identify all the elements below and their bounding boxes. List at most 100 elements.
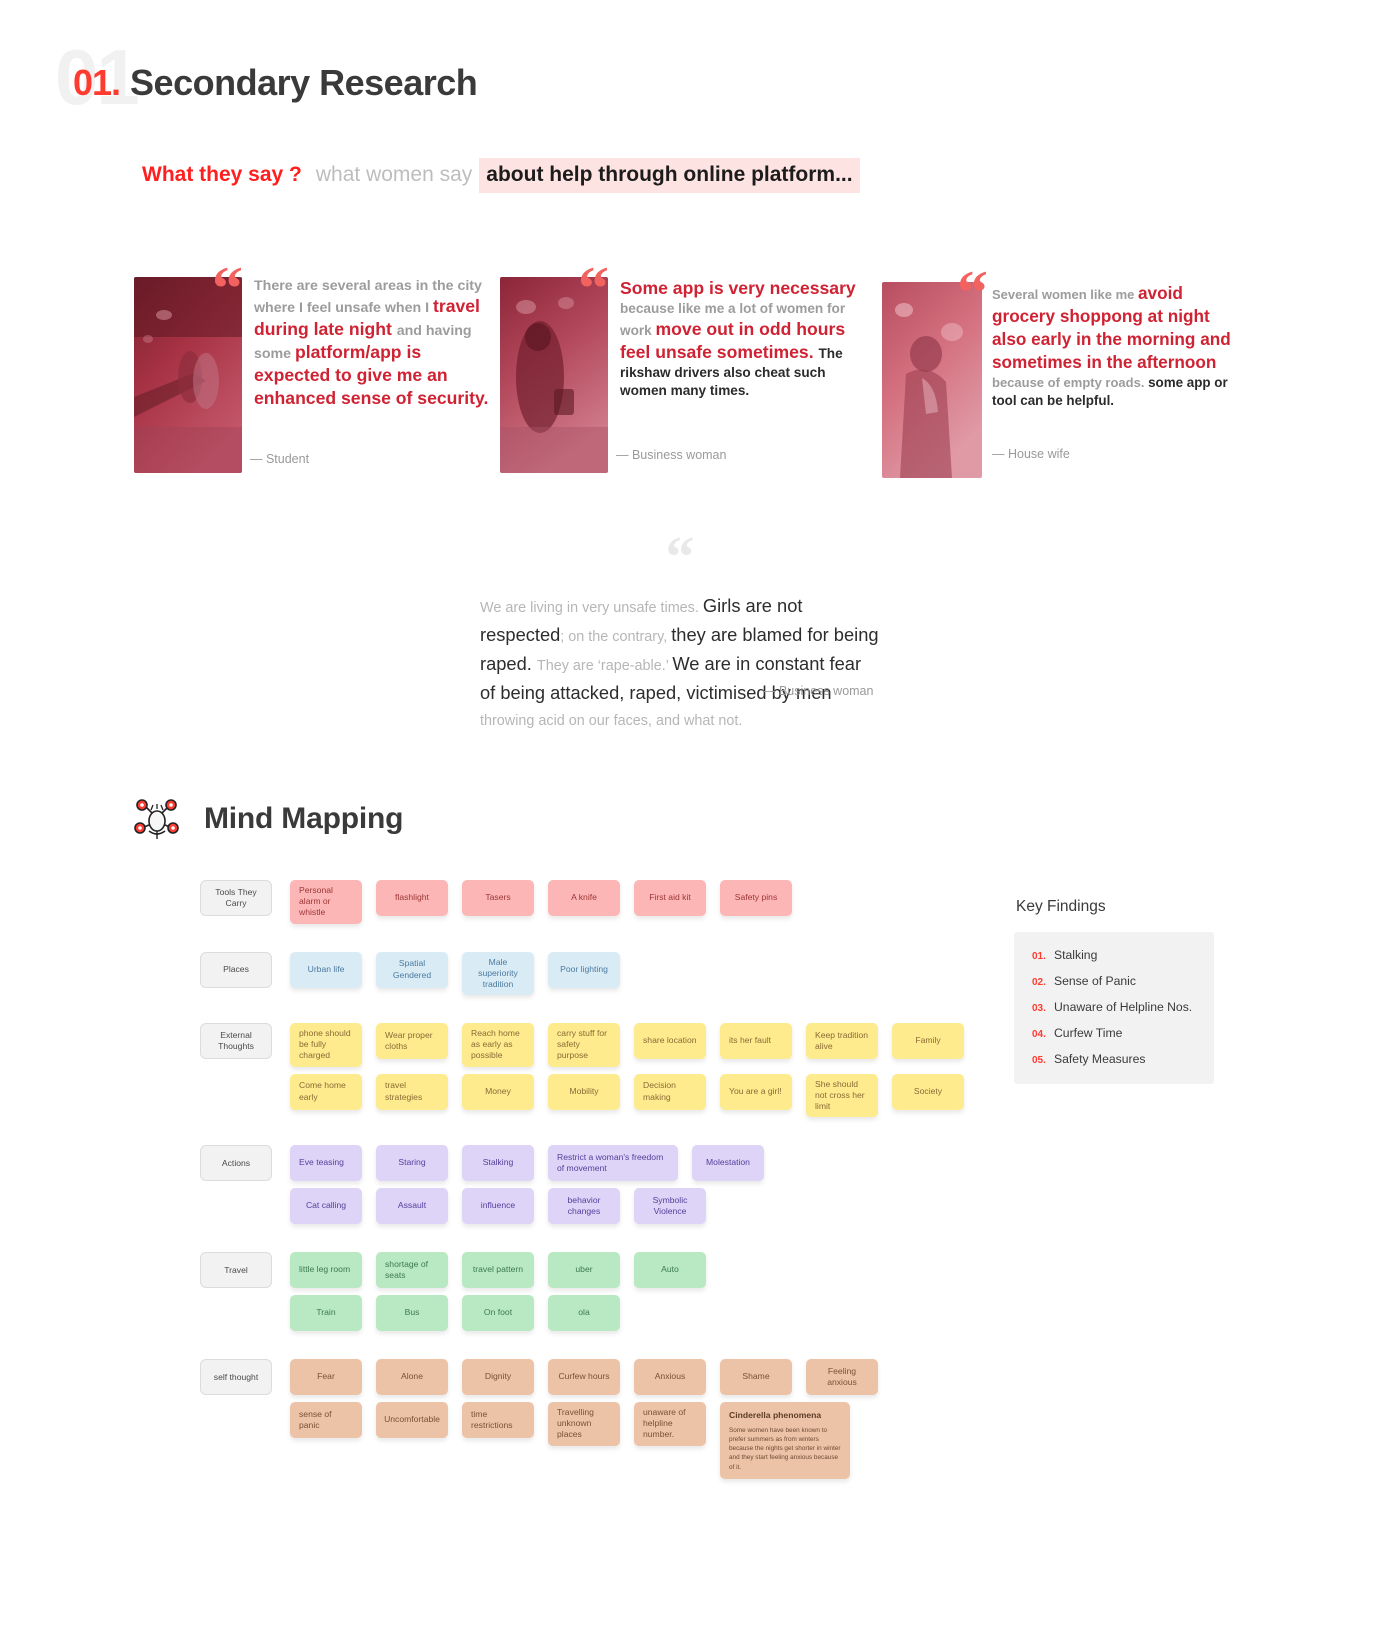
sticky-note[interactable]: She should not cross her limit <box>806 1073 878 1118</box>
sticky-note[interactable]: Feeling anxious <box>806 1359 878 1396</box>
sticky-note[interactable]: Travelling unknown places <box>548 1402 620 1446</box>
sticky-note[interactable]: Come home early <box>290 1073 362 1110</box>
sticky-note[interactable]: sense of panic <box>290 1402 362 1439</box>
sticky-note[interactable]: Safety pins <box>720 880 792 916</box>
sticky-note-cinderella[interactable]: Cinderella phenomena Some women have been… <box>720 1402 850 1479</box>
quote-card-student: “ There are several areas in the city wh… <box>134 258 494 479</box>
row-gap <box>0 931 980 952</box>
sticky-note[interactable]: time restrictions <box>462 1402 534 1439</box>
key-finding-label: Stalking <box>1054 948 1098 962</box>
row-gap <box>0 1124 980 1145</box>
sticky-note[interactable]: Urban life <box>290 951 362 988</box>
quote-mark-icon: “ <box>212 255 243 323</box>
sticky-note[interactable]: flashlight <box>376 880 448 916</box>
mind-map-row: Come home early travel strategies Money Mob… <box>0 1073 980 1118</box>
sticky-note[interactable]: Uncomfortable <box>376 1402 448 1439</box>
sticky-note[interactable]: Dignity <box>462 1359 534 1396</box>
mind-map-category-label[interactable]: self thought <box>200 1359 272 1396</box>
sticky-note[interactable]: Stalking <box>462 1145 534 1182</box>
sticky-note[interactable]: its her fault <box>720 1023 792 1060</box>
sticky-note[interactable]: phone should be fully charged <box>290 1023 362 1067</box>
sticky-note[interactable]: Society <box>892 1073 964 1110</box>
sticky-note[interactable]: behavior changes <box>548 1188 620 1225</box>
sticky-note[interactable]: A knife <box>548 880 620 916</box>
row-gap <box>0 1002 980 1023</box>
sticky-note[interactable]: Poor lighting <box>548 951 620 988</box>
sticky-note[interactable]: Spatial Gendered <box>376 951 448 988</box>
sticky-note[interactable]: Family <box>892 1023 964 1060</box>
sticky-note[interactable]: Curfew hours <box>548 1359 620 1396</box>
sticky-note[interactable]: Personal alarm or whistle <box>290 880 362 924</box>
sticky-note[interactable]: Eve teasing <box>290 1145 362 1182</box>
mind-map-row: Tools They Carry Personal alarm or whistl… <box>0 880 980 924</box>
key-finding-label: Curfew Time <box>1054 1026 1123 1040</box>
mind-map-row: Actions Eve teasing Staring Stalking Restric… <box>0 1145 980 1182</box>
sticky-note[interactable]: travel strategies <box>376 1073 448 1110</box>
sticky-note[interactable]: Alone <box>376 1359 448 1396</box>
sticky-note[interactable]: Money <box>462 1073 534 1110</box>
sticky-note[interactable]: Shame <box>720 1359 792 1396</box>
sticky-note[interactable]: unaware of helpline number. <box>634 1402 706 1446</box>
mind-map-category-label[interactable]: Actions <box>200 1145 272 1182</box>
quote-card-business-woman: “ Some app is very necessary because lik… <box>500 258 856 479</box>
mind-map-category-label[interactable]: Places <box>200 951 272 988</box>
quote-attribution-business-woman: — Business woman <box>616 448 727 462</box>
sticky-note[interactable]: You are a girl! <box>720 1073 792 1110</box>
sticky-note[interactable]: Tasers <box>462 880 534 916</box>
sticky-note[interactable]: Fear <box>290 1359 362 1396</box>
what-they-say-question: What they say ? <box>142 163 302 186</box>
key-finding-label: Safety Measures <box>1054 1052 1146 1066</box>
sticky-note[interactable]: Reach home as early as possible <box>462 1023 534 1067</box>
key-finding-number: 01. <box>1032 951 1046 962</box>
sticky-note[interactable]: little leg room <box>290 1252 362 1289</box>
key-finding-item: 03. Unaware of Helpline Nos. <box>1032 1000 1196 1014</box>
quote-attribution-student: — Student <box>250 452 310 466</box>
sticky-note[interactable]: carry stuff for safety purpose <box>548 1023 620 1067</box>
sticky-note[interactable]: Cat calling <box>290 1188 362 1225</box>
mind-mapping-header: Mind Mapping <box>130 793 403 845</box>
sticky-note[interactable]: Symbolic Violence <box>634 1188 706 1225</box>
sticky-note[interactable]: Restrict a woman's freedom of movement <box>548 1145 678 1182</box>
sticky-note[interactable]: Train <box>290 1295 362 1332</box>
quote-mark-icon: “ <box>665 524 695 589</box>
sticky-note[interactable]: On foot <box>462 1295 534 1332</box>
sticky-note[interactable]: Keep tradition alive <box>806 1023 878 1060</box>
sticky-note[interactable]: Male superiority tradition <box>462 951 534 996</box>
sticky-note[interactable]: Anxious <box>634 1359 706 1396</box>
sticky-note[interactable]: shortage of seats <box>376 1252 448 1289</box>
featured-quote-attribution: — Business woman <box>763 684 874 698</box>
row-gap <box>0 1486 980 1507</box>
key-findings-title: Key Findings <box>1016 898 1106 915</box>
mind-map-category-label[interactable]: External Thoughts <box>200 1023 272 1060</box>
quote-attribution-house-wife: — House wife <box>992 447 1070 461</box>
sticky-note[interactable]: Assault <box>376 1188 448 1225</box>
sticky-note[interactable]: share location <box>634 1023 706 1060</box>
mind-map-category-label[interactable]: Travel <box>200 1252 272 1289</box>
sticky-note[interactable]: Mobility <box>548 1073 620 1110</box>
quote-mark-icon: “ <box>957 259 988 327</box>
key-finding-item: 02. Sense of Panic <box>1032 974 1196 988</box>
key-finding-number: 05. <box>1032 1055 1046 1066</box>
mind-map-icon <box>130 793 182 845</box>
sticky-note[interactable]: ola <box>548 1295 620 1332</box>
sticky-note[interactable]: Auto <box>634 1252 706 1289</box>
sticky-note[interactable]: Bus <box>376 1295 448 1332</box>
mind-map-category-label[interactable]: Tools They Carry <box>200 880 272 916</box>
sticky-note[interactable]: uber <box>548 1252 620 1289</box>
sticky-note[interactable]: Decision making <box>634 1073 706 1110</box>
mind-map-row: self thought Fear Alone Dignity Curfew hours… <box>0 1359 980 1396</box>
sticky-note[interactable]: Molestation <box>692 1145 764 1182</box>
mind-map-board: Tools They Carry Personal alarm or whistl… <box>0 880 980 1507</box>
key-finding-number: 04. <box>1032 1029 1046 1040</box>
sticky-note[interactable]: First aid kit <box>634 880 706 916</box>
mind-map-row: External Thoughts phone should be fully c… <box>0 1023 980 1067</box>
sticky-note[interactable]: Wear proper cloths <box>376 1023 448 1060</box>
sticky-note[interactable]: travel pattern <box>462 1252 534 1289</box>
sticky-note[interactable]: Staring <box>376 1145 448 1182</box>
sticky-note[interactable]: influence <box>462 1188 534 1225</box>
mind-map-row: Train Bus On foot ola <box>0 1295 980 1332</box>
quote-text-house-wife: Several women like me avoid grocery shop… <box>992 283 1231 409</box>
featured-quote-text: We are living in very unsafe times. Girl… <box>480 595 879 729</box>
mind-map-row: Places Urban life Spatial Gendered Male sup… <box>0 951 980 996</box>
featured-quote: “ We are living in very unsafe times. Gi… <box>480 528 880 733</box>
